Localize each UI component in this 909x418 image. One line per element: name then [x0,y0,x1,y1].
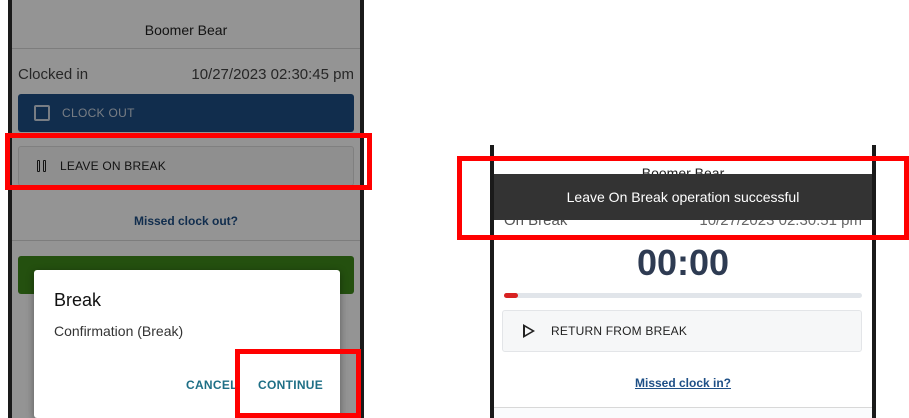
return-from-break-button[interactable]: RETURN FROM BREAK [502,310,862,352]
highlight-toast [457,156,909,240]
highlight-leave-on-break [5,133,372,190]
break-progress-bar [504,293,862,298]
break-timer: 00:00 [636,242,730,283]
bottom-panel [494,407,872,418]
highlight-continue [235,349,361,418]
dialog-title: Break [54,290,102,310]
cancel-button[interactable]: CANCEL [186,378,238,392]
return-from-break-label: RETURN FROM BREAK [551,324,688,338]
phone-frame-left-edge [8,0,12,418]
dialog-message: Confirmation (Break) [54,323,184,339]
missed-clock-in-link[interactable]: Missed clock in? [490,376,876,390]
play-icon [523,324,535,338]
progress-fill [504,293,519,298]
